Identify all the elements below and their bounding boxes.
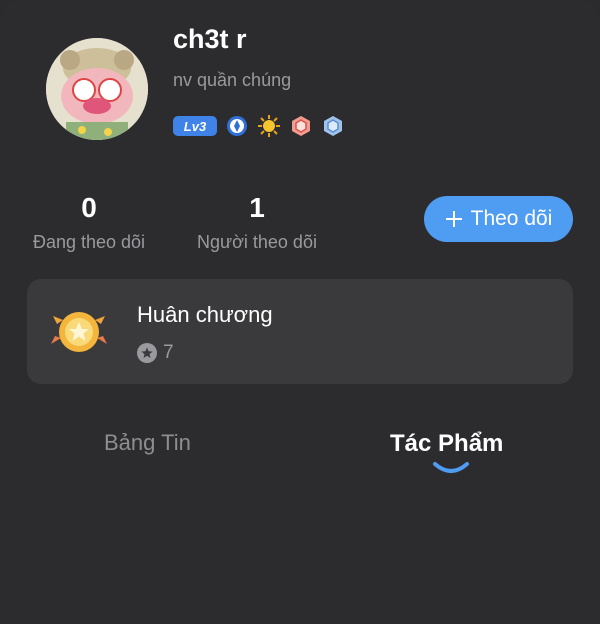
blue-shield-icon[interactable] xyxy=(225,114,249,138)
medal-icon xyxy=(51,306,107,358)
blue-crystal-icon[interactable] xyxy=(321,114,345,138)
medal-count: 7 xyxy=(163,342,174,363)
following-count: 0 xyxy=(81,192,97,223)
following-label: Đang theo dõi xyxy=(32,232,146,252)
follow-button[interactable]: Theo dõi xyxy=(424,196,573,242)
red-hexagon-icon[interactable] xyxy=(289,114,313,138)
plus-icon xyxy=(445,211,462,227)
level-badge[interactable]: Lv3 xyxy=(173,116,217,136)
profile-page: ch3t r nv quần chúng Lv3 0 Đang theo dõi… xyxy=(0,0,600,624)
tab-works[interactable]: Tác Phẩm xyxy=(390,430,503,458)
username: ch3t r xyxy=(173,24,247,54)
sun-icon[interactable] xyxy=(257,114,281,138)
medal-title: Huân chương xyxy=(137,302,273,327)
tab-news[interactable]: Bảng Tin xyxy=(104,430,191,456)
following-stat[interactable]: 0 Đang theo dõi xyxy=(27,192,151,253)
followers-label: Người theo dõi xyxy=(197,232,317,252)
medal-card[interactable]: Huân chương 7 xyxy=(27,279,573,384)
medal-count-row: 7 xyxy=(137,342,174,364)
active-tab-indicator xyxy=(433,462,469,473)
badge-row: Lv3 xyxy=(173,114,345,138)
star-icon xyxy=(137,343,157,363)
user-subtitle: nv quần chúng xyxy=(173,70,292,90)
followers-count: 1 xyxy=(249,192,265,223)
follow-button-label: Theo dõi xyxy=(470,207,553,230)
avatar[interactable] xyxy=(46,38,148,140)
followers-stat[interactable]: 1 Người theo dõi xyxy=(190,192,324,253)
